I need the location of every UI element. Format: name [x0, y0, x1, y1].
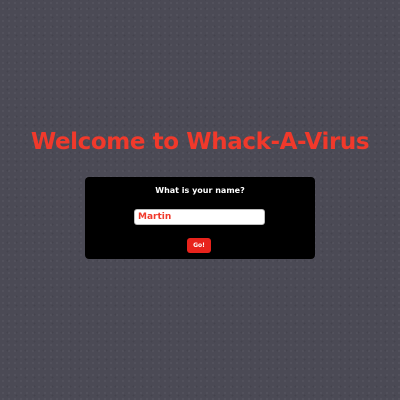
name-form-panel: What is your name? Go!	[85, 177, 315, 259]
page-background: { "page": { "title": "Welcome to Whack-A…	[0, 0, 400, 400]
name-input[interactable]	[134, 209, 265, 225]
go-button[interactable]: Go!	[187, 238, 211, 253]
name-question-label: What is your name?	[155, 186, 245, 195]
page-title: Welcome to Whack-A-Virus	[30, 129, 370, 155]
